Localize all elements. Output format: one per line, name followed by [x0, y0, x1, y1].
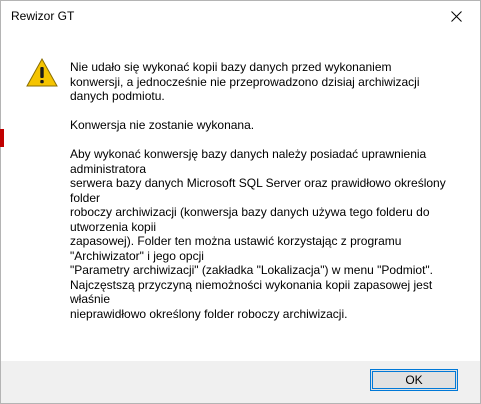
dialog-content: Nie udało się wykonać kopii bazy danych … [1, 32, 480, 361]
button-bar: OK [1, 361, 480, 403]
close-button[interactable] [434, 1, 480, 32]
window-title: Rewizor GT [11, 9, 75, 23]
message-text: Nie udało się wykonać kopii bazy danych … [70, 60, 455, 336]
message-paragraph-1: Nie udało się wykonać kopii bazy danych … [70, 60, 420, 103]
message-paragraph-3: Aby wykonać konwersję bazy danych należy… [70, 147, 446, 321]
dialog-window: Rewizor GT Nie udało się wykonać kopii b… [0, 0, 481, 404]
background-window-edge [0, 129, 4, 147]
message-paragraph-2: Konwersja nie zostanie wykonana. [70, 118, 255, 132]
ok-button[interactable]: OK [370, 369, 458, 391]
warning-icon [26, 57, 58, 87]
close-icon [451, 11, 462, 22]
title-bar[interactable]: Rewizor GT [1, 1, 480, 32]
